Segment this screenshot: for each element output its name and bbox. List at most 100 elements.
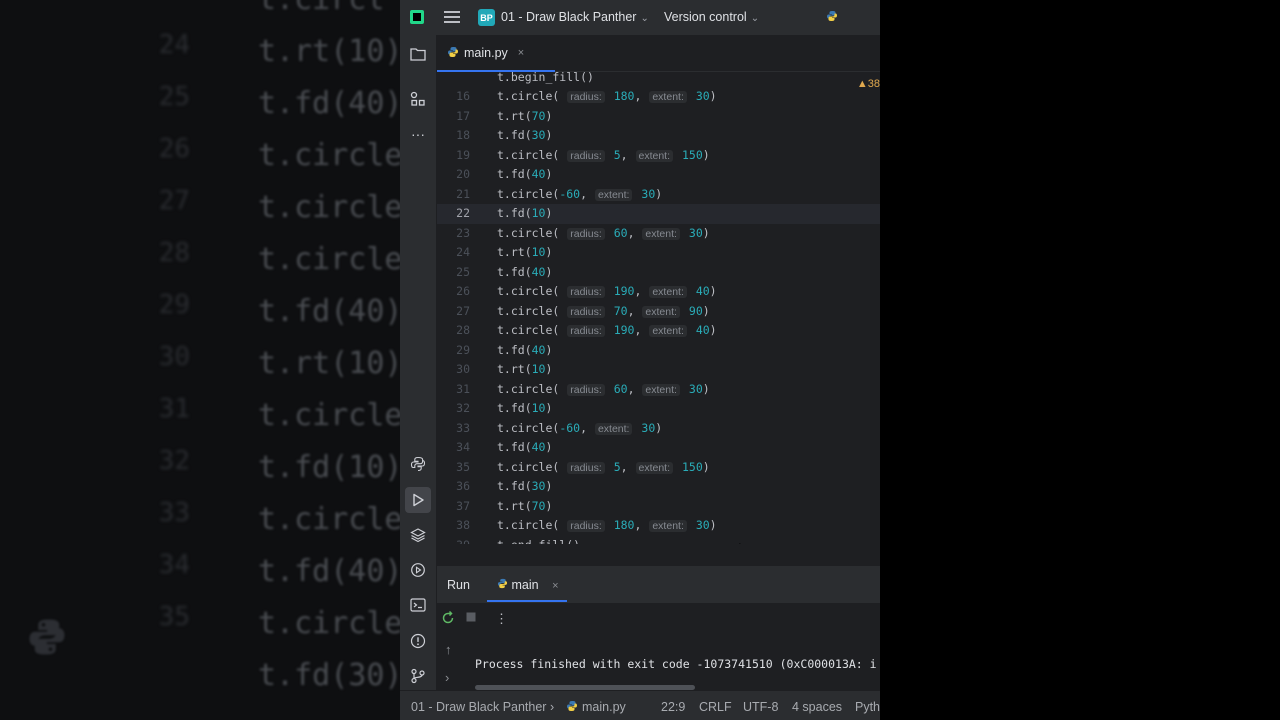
current-code-line[interactable]: 22 t.fd(10) xyxy=(437,204,880,224)
rerun-icon[interactable] xyxy=(441,610,455,628)
code-text: t.begin_fill() xyxy=(497,72,594,84)
close-icon[interactable]: × xyxy=(518,47,524,59)
code-line[interactable]: 35 t.circle( radius: 5, extent: 150) xyxy=(437,458,880,478)
indent-setting[interactable]: 4 spaces xyxy=(792,700,842,714)
bg-code-line: t.circle xyxy=(258,502,400,537)
parameter-hint: radius: xyxy=(567,383,605,396)
structure-icon[interactable] xyxy=(408,89,428,109)
status-bar: 01 - Draw Black Panther › main.py 22:9 C… xyxy=(400,690,880,720)
code-text: t.rt(70) xyxy=(497,498,553,513)
close-icon[interactable]: × xyxy=(552,580,558,592)
code-text: t.circle( radius: 60, extent: 30) xyxy=(497,225,710,240)
tab-main-py[interactable]: main.py × xyxy=(447,35,524,71)
run-panel-title: Run xyxy=(447,578,470,592)
code-line[interactable]: 29 t.fd(40) xyxy=(437,341,880,361)
parameter-hint: radius: xyxy=(567,286,605,298)
code-line[interactable]: 23 t.circle( radius: 60, extent: 30) xyxy=(437,224,880,244)
layers-icon[interactable] xyxy=(408,525,428,545)
run-panel-header: Run main × xyxy=(437,567,880,603)
code-line[interactable]: 36 t.fd(30) xyxy=(437,477,880,497)
folder-icon[interactable] xyxy=(408,44,428,64)
git-icon[interactable] xyxy=(408,666,428,686)
code-line[interactable]: 18 t.fd(30) xyxy=(437,126,880,146)
code-line[interactable]: 28 t.circle( radius: 190, extent: 40) xyxy=(437,321,880,341)
chevron-right-icon[interactable]: › xyxy=(445,670,449,685)
code-line[interactable]: 20 t.fd(40) xyxy=(437,165,880,185)
tab-label: main.py xyxy=(464,46,508,60)
python-icon[interactable] xyxy=(826,10,838,25)
line-number: 19 xyxy=(456,147,470,162)
project-selector[interactable]: 01 - Draw Black Panther ⌄ xyxy=(501,10,649,24)
breadcrumb-project[interactable]: 01 - Draw Black Panther xyxy=(411,700,546,714)
code-line[interactable]: 25 t.fd(40) xyxy=(437,263,880,283)
more-icon[interactable]: ··· xyxy=(408,124,428,144)
line-number: 17 xyxy=(456,108,470,123)
run-toolbar: ⋮ xyxy=(437,603,880,633)
code-text: t.fd(30) xyxy=(497,479,553,493)
code-text: t.circle( radius: 190, extent: 40) xyxy=(497,323,717,337)
project-name: 01 - Draw Black Panther xyxy=(501,10,637,24)
bg-code-line: t.fd(40) xyxy=(258,294,400,329)
version-control-menu[interactable]: Version control ⌄ xyxy=(664,10,759,24)
code-line[interactable]: 26 t.circle( radius: 190, extent: 40) xyxy=(437,282,880,302)
run-tab-main[interactable]: main × xyxy=(497,578,559,592)
parameter-hint: radius: xyxy=(567,520,605,532)
bg-code-line: t.circl xyxy=(258,0,384,17)
code-line[interactable]: 32 t.fd(10) xyxy=(437,399,880,419)
parameter-hint: radius: xyxy=(567,325,605,337)
main-menu-icon[interactable] xyxy=(444,9,460,25)
run-panel: Run main × ⋮ ↑ › Process finished with e… xyxy=(437,567,880,690)
code-line[interactable]: 38 t.circle( radius: 180, extent: 30) xyxy=(437,516,880,536)
python-file-icon xyxy=(566,700,578,715)
code-editor[interactable]: t.begin_fill() 16 t.circle( radius: 180, e… xyxy=(437,72,880,544)
code-text: t.fd(40) xyxy=(497,264,553,279)
warnings-indicator[interactable]: ▲38 xyxy=(857,78,880,90)
code-text: t.fd(40) xyxy=(497,342,553,357)
code-line[interactable]: 24 t.rt(10) xyxy=(437,243,880,263)
python-console-icon[interactable] xyxy=(408,454,428,474)
line-number: 26 xyxy=(456,284,470,298)
line-number: 34 xyxy=(456,440,470,454)
bg-line-number: 33 xyxy=(158,498,190,528)
code-text: t.end_fill() xyxy=(497,536,580,545)
code-text: t.fd(10) xyxy=(497,401,553,415)
code-line[interactable]: t.begin_fill() xyxy=(437,72,880,87)
code-line[interactable]: 16 t.circle( radius: 180, extent: 30) xyxy=(437,87,880,107)
run-icon[interactable] xyxy=(405,487,431,513)
run-tab-label: main xyxy=(511,578,539,592)
bg-code-line: t.circle xyxy=(258,242,400,277)
bg-line-number: 35 xyxy=(158,602,190,632)
run-output: Process finished with exit code -1073741… xyxy=(475,657,877,671)
stop-icon[interactable] xyxy=(465,611,477,626)
line-number: 28 xyxy=(456,323,470,337)
code-line[interactable]: 21 t.circle(-60, extent: 30) xyxy=(437,185,880,205)
title-bar: BP 01 - Draw Black Panther ⌄ Version cont… xyxy=(400,0,880,35)
code-line[interactable]: 19 t.circle( radius: 5, extent: 150) xyxy=(437,146,880,166)
line-number: 16 xyxy=(456,89,470,103)
interpreter-selector[interactable]: Pyth xyxy=(855,700,880,714)
code-line[interactable]: 30 t.rt(10) xyxy=(437,360,880,380)
more-options-icon[interactable]: ⋮ xyxy=(495,611,508,627)
line-ending[interactable]: CRLF xyxy=(699,700,732,714)
python-file-icon xyxy=(447,46,459,61)
services-icon[interactable] xyxy=(408,560,428,580)
caret-position[interactable]: 22:9 xyxy=(661,700,685,714)
line-number: 20 xyxy=(456,167,470,181)
parameter-hint: radius: xyxy=(567,305,605,318)
bg-code-line: t.fd(40) xyxy=(258,554,400,589)
code-line[interactable]: 31 t.circle( radius: 60, extent: 30) xyxy=(437,380,880,400)
code-line[interactable]: 17 t.rt(70) xyxy=(437,107,880,127)
problems-icon[interactable] xyxy=(408,631,428,651)
breadcrumb-file[interactable]: main.py xyxy=(582,700,626,714)
terminal-icon[interactable] xyxy=(408,595,428,615)
code-line[interactable]: 37 t.rt(70) xyxy=(437,497,880,517)
code-line[interactable]: 27 t.circle( radius: 70, extent: 90) xyxy=(437,302,880,322)
bg-line-number: 26 xyxy=(158,134,190,164)
scroll-up-icon[interactable]: ↑ xyxy=(445,642,452,657)
file-encoding[interactable]: UTF-8 xyxy=(743,700,778,714)
bg-code-line: t.rt(10) xyxy=(258,34,400,69)
code-text: t.circle( radius: 180, extent: 30) xyxy=(497,89,717,103)
code-line[interactable]: 39 t.end_fill() xyxy=(437,536,880,545)
code-line[interactable]: 33 t.circle(-60, extent: 30) xyxy=(437,419,880,439)
code-line[interactable]: 34 t.fd(40) xyxy=(437,438,880,458)
